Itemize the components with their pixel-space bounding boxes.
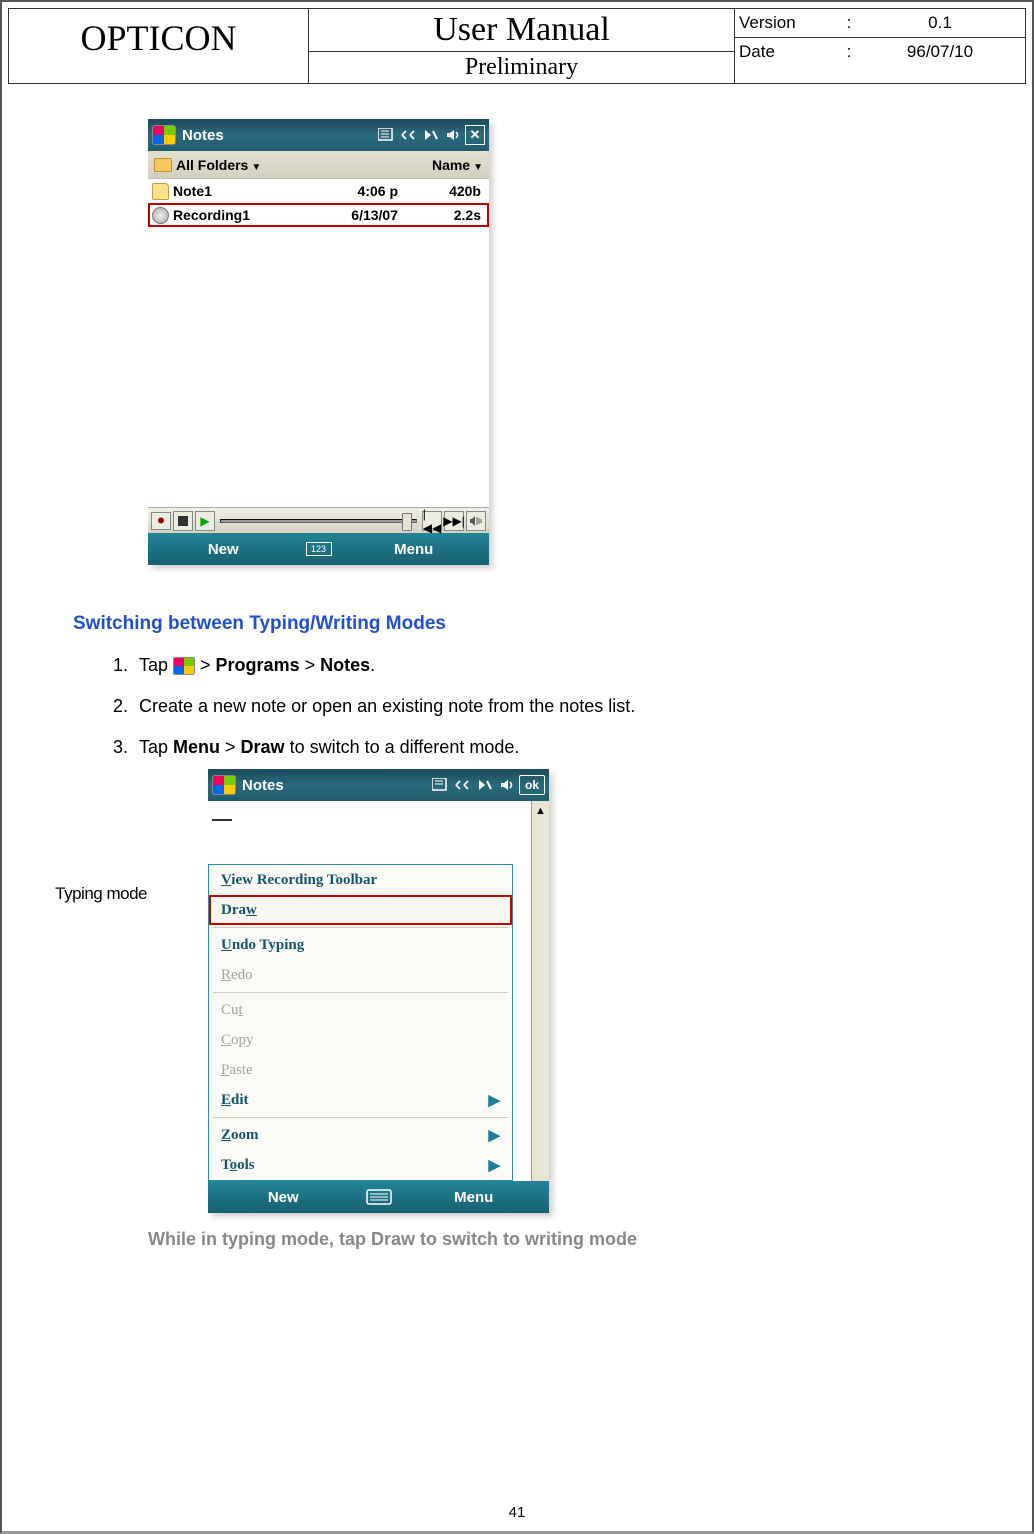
- menu-cut: Cut: [209, 995, 512, 1025]
- record-button[interactable]: •: [151, 512, 171, 530]
- menu-draw[interactable]: Draw: [209, 895, 512, 925]
- menu-edit[interactable]: Edit▶: [209, 1085, 512, 1115]
- doc-meta: Version : 0.1 Date : 96/07/10: [735, 9, 1025, 83]
- ime-icon[interactable]: [377, 125, 397, 145]
- typing-mode-label: Typing mode: [28, 884, 148, 904]
- ok-button[interactable]: ok: [519, 775, 545, 795]
- menu-view-recording-toolbar[interactable]: View Recording Toolbar: [209, 865, 512, 895]
- menu-paste: Paste: [209, 1055, 512, 1085]
- list-empty-area: [148, 227, 489, 507]
- play-button[interactable]: ▶: [195, 511, 215, 531]
- list-item[interactable]: Recording1 6/13/07 2.2s: [148, 203, 489, 227]
- new-softkey[interactable]: New: [208, 1189, 359, 1206]
- playback-slider[interactable]: [220, 519, 417, 523]
- scrollbar[interactable]: ▲: [531, 801, 549, 1181]
- next-button[interactable]: ▶▶|: [444, 511, 464, 531]
- folder-dropdown[interactable]: All Folders▼: [176, 157, 261, 173]
- note-time: 4:06 p: [303, 183, 398, 199]
- start-icon[interactable]: [152, 125, 176, 145]
- doc-subtitle: Preliminary: [309, 52, 734, 83]
- list-toolbar: All Folders▼ Name▼: [148, 151, 489, 179]
- input-panel-icon[interactable]: [359, 1189, 399, 1205]
- connectivity-icon[interactable]: [399, 125, 419, 145]
- note-size: 420b: [398, 183, 481, 199]
- meta-sep: :: [839, 13, 859, 33]
- menu-tools[interactable]: Tools▶: [209, 1150, 512, 1180]
- recording-toolbar: • ▶ |◀◀ ▶▶|: [148, 507, 489, 533]
- section-heading: Switching between Typing/Writing Modes: [73, 613, 971, 635]
- version-value: 0.1: [859, 13, 1021, 33]
- step-item: Tap Menu > Draw to switch to a different…: [133, 729, 971, 770]
- note-time: 6/13/07: [303, 207, 398, 223]
- menu-zoom[interactable]: Zoom▶: [209, 1120, 512, 1150]
- menu-softkey[interactable]: Menu: [399, 1189, 550, 1206]
- window-title: Notes: [182, 127, 375, 144]
- notes-list-screenshot: Notes ✕ All Folders▼ Name▼: [148, 119, 489, 565]
- list-item[interactable]: Note1 4:06 p 420b: [148, 179, 489, 203]
- page-number: 41: [8, 1504, 1026, 1521]
- instruction-list: Tap > Programs > Notes. Create a new not…: [133, 647, 971, 769]
- stop-button[interactable]: [173, 511, 193, 531]
- signal-icon[interactable]: [421, 125, 441, 145]
- date-label: Date: [739, 42, 839, 62]
- menu-softkey[interactable]: Menu: [339, 541, 490, 558]
- folder-icon: [154, 158, 172, 172]
- figure-caption: While in typing mode, tap Draw to switch…: [148, 1229, 971, 1250]
- notes-menu-screenshot: Notes ok View Recording Toolbar Draw: [208, 769, 549, 1213]
- volume-icon[interactable]: [443, 125, 463, 145]
- note-icon: [152, 183, 169, 200]
- soft-key-bar: New Menu: [208, 1181, 549, 1213]
- volume-icon[interactable]: [497, 775, 517, 795]
- window-titlebar: Notes ok: [208, 769, 549, 801]
- signal-icon[interactable]: [475, 775, 495, 795]
- meta-sep: :: [839, 42, 859, 62]
- step-item: Create a new note or open an existing no…: [133, 688, 971, 729]
- start-icon: [173, 657, 195, 675]
- brand: OPTICON: [9, 9, 309, 83]
- menu-redo: Redo: [209, 960, 512, 990]
- speaker-button[interactable]: [466, 511, 486, 531]
- window-titlebar: Notes ✕: [148, 119, 489, 151]
- note-name: Note1: [173, 183, 303, 199]
- input-panel-icon[interactable]: 123: [306, 542, 332, 556]
- ime-icon[interactable]: [431, 775, 451, 795]
- version-label: Version: [739, 13, 839, 33]
- context-menu: View Recording Toolbar Draw Undo Typing …: [208, 864, 513, 1181]
- doc-title: User Manual: [309, 9, 734, 52]
- recording-icon: [152, 207, 169, 224]
- menu-copy: Copy: [209, 1025, 512, 1055]
- sort-dropdown[interactable]: Name▼: [432, 157, 483, 173]
- note-canvas[interactable]: View Recording Toolbar Draw Undo Typing …: [208, 801, 531, 1181]
- close-icon[interactable]: ✕: [465, 125, 485, 145]
- soft-key-bar: New 123 Menu: [148, 533, 489, 565]
- note-name: Recording1: [173, 207, 303, 223]
- menu-undo[interactable]: Undo Typing: [209, 930, 512, 960]
- notes-list: Note1 4:06 p 420b Recording1 6/13/07 2.2…: [148, 179, 489, 227]
- scroll-up-icon[interactable]: ▲: [535, 805, 546, 817]
- start-icon[interactable]: [212, 775, 236, 795]
- prev-button[interactable]: |◀◀: [422, 511, 442, 531]
- new-softkey[interactable]: New: [148, 541, 299, 558]
- window-title: Notes: [242, 777, 429, 794]
- doc-header: OPTICON User Manual Preliminary Version …: [8, 8, 1026, 84]
- step-item: Tap > Programs > Notes.: [133, 647, 971, 688]
- connectivity-icon[interactable]: [453, 775, 473, 795]
- note-size: 2.2s: [398, 207, 481, 223]
- date-value: 96/07/10: [859, 42, 1021, 62]
